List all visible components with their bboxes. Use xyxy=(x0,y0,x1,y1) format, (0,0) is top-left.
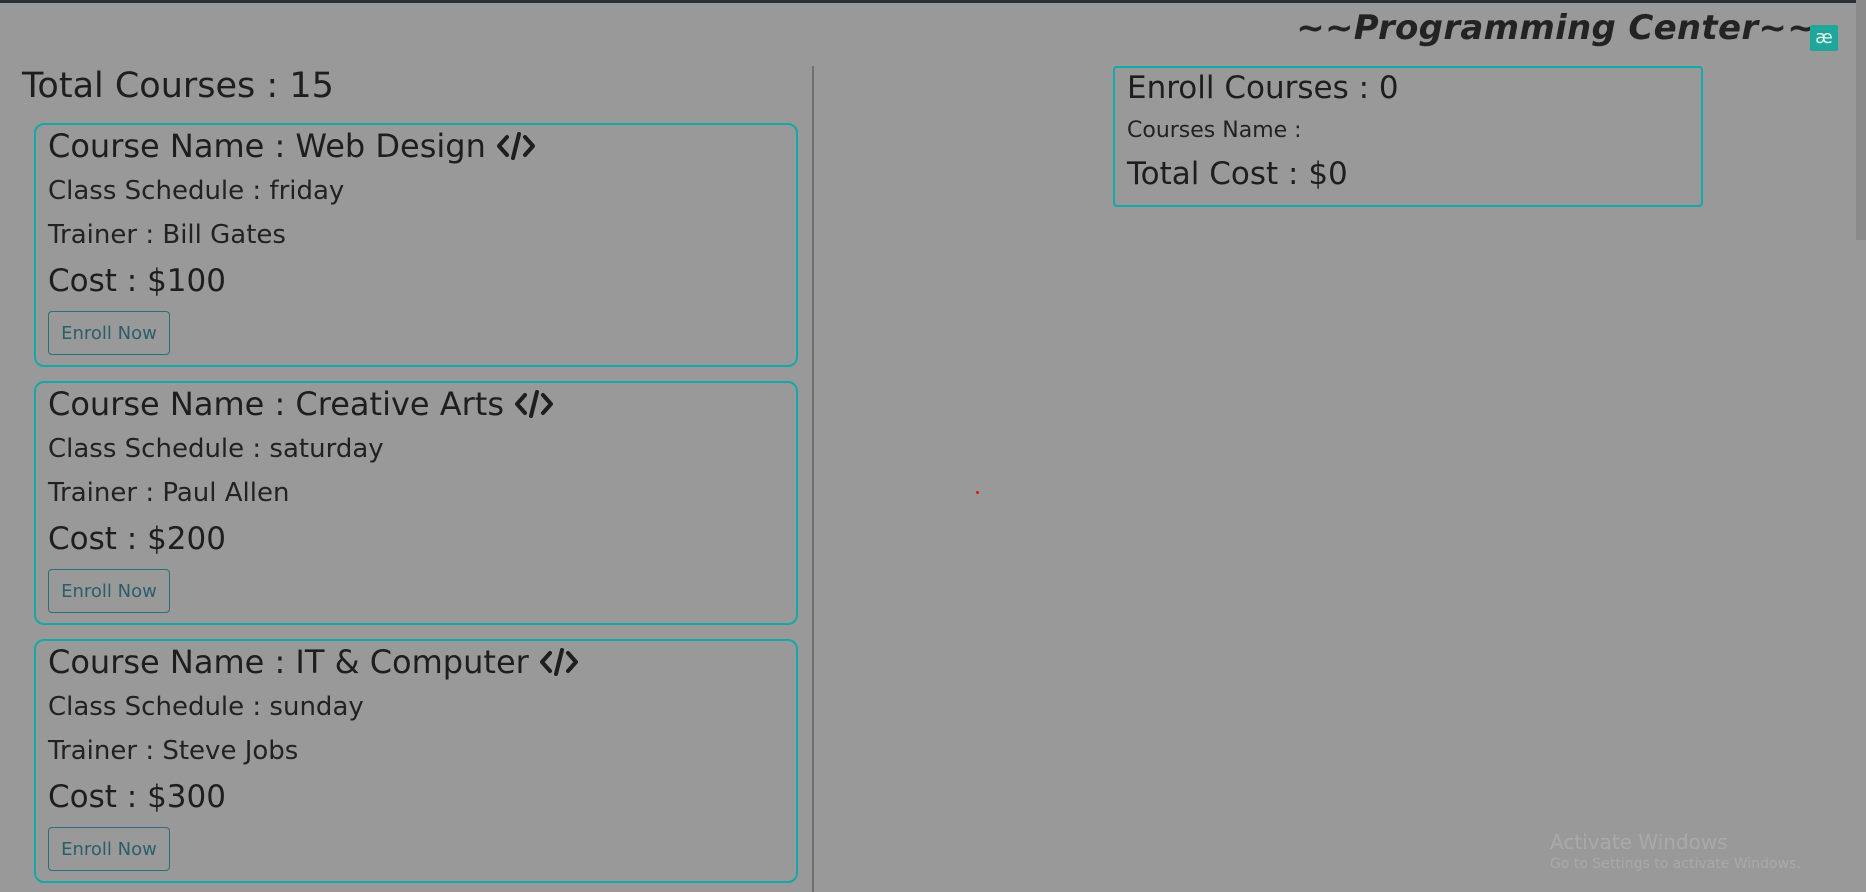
class-schedule: Class Schedule : saturday xyxy=(48,434,384,464)
column-divider xyxy=(812,66,814,892)
course-cost: Cost : $100 xyxy=(48,263,226,299)
enrolled-courses-names: Courses Name : xyxy=(1127,118,1302,143)
class-schedule: Class Schedule : friday xyxy=(48,176,345,206)
course-card: Course Name : IT & Computer Class Schedu… xyxy=(34,639,798,883)
code-icon xyxy=(496,132,535,160)
course-name: Course Name : Web Design xyxy=(48,127,486,165)
course-cost: Cost : $300 xyxy=(48,779,226,815)
course-title: Course Name : IT & Computer xyxy=(48,643,579,681)
scrollbar-thumb[interactable] xyxy=(1856,0,1866,240)
course-card: Course Name : Web Design Class Schedule … xyxy=(34,123,798,367)
enroll-summary-panel: Enroll Courses : 0 Courses Name : Total … xyxy=(1113,66,1703,207)
extension-icon[interactable]: æ xyxy=(1810,25,1838,51)
code-icon xyxy=(539,648,578,676)
course-cost: Cost : $200 xyxy=(48,521,226,557)
trainer: Trainer : Bill Gates xyxy=(48,220,286,250)
watermark-line1: Activate Windows xyxy=(1550,830,1728,854)
activate-windows-watermark: Activate Windows Go to Settings to activ… xyxy=(1550,830,1801,872)
watermark-line2: Go to Settings to activate Windows. xyxy=(1550,856,1801,872)
course-title: Course Name : Web Design xyxy=(48,127,536,165)
enroll-now-button[interactable]: Enroll Now xyxy=(48,827,170,871)
course-card: Course Name : Creative Arts Class Schedu… xyxy=(34,381,798,625)
trainer: Trainer : Paul Allen xyxy=(48,478,290,508)
course-name: Course Name : Creative Arts xyxy=(48,385,505,423)
enroll-now-button[interactable]: Enroll Now xyxy=(48,311,170,355)
top-border xyxy=(0,0,1866,3)
cursor-dot xyxy=(976,491,979,494)
class-schedule: Class Schedule : sunday xyxy=(48,692,364,722)
code-icon xyxy=(515,390,554,418)
enroll-now-button[interactable]: Enroll Now xyxy=(48,569,170,613)
enroll-courses-count: Enroll Courses : 0 xyxy=(1127,70,1399,106)
total-cost: Total Cost : $0 xyxy=(1127,156,1348,192)
course-name: Course Name : IT & Computer xyxy=(48,643,529,681)
brand-title: ~~Programming Center~~ xyxy=(1296,8,1816,48)
total-courses-heading: Total Courses : 15 xyxy=(22,66,334,106)
trainer: Trainer : Steve Jobs xyxy=(48,736,299,766)
course-title: Course Name : Creative Arts xyxy=(48,385,554,423)
